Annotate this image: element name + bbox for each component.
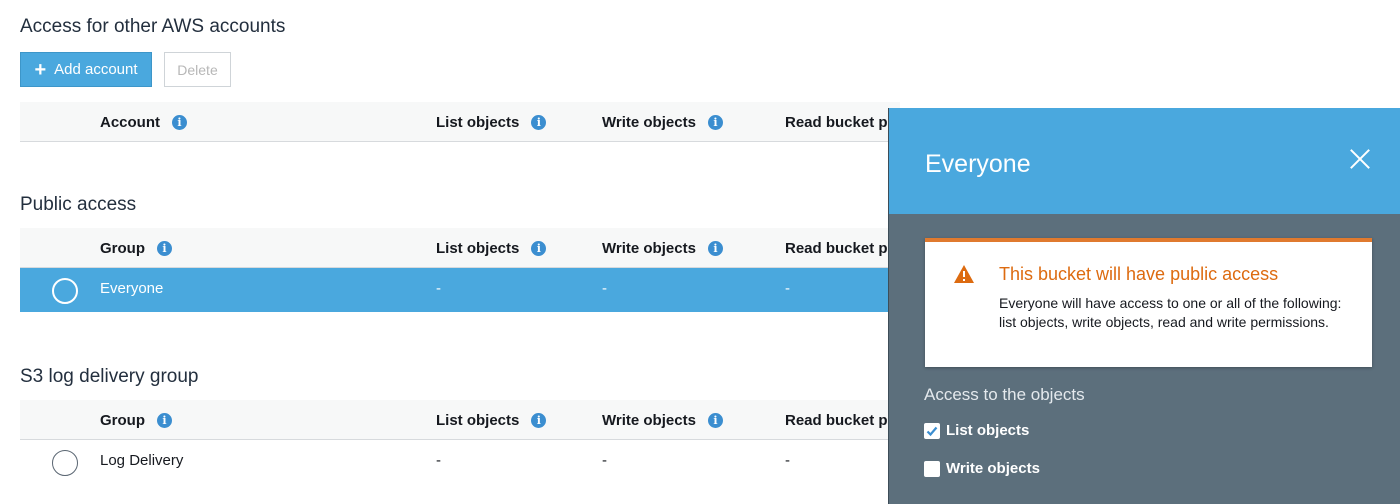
public-access-alert: This bucket will have public access Ever… (925, 238, 1372, 367)
row-radio-button[interactable] (52, 450, 78, 476)
column-group[interactable]: Group i (100, 228, 172, 268)
column-list-objects[interactable]: List objects i (436, 400, 547, 440)
panel-title: Everyone (925, 150, 1031, 178)
write-objects-checkbox[interactable] (924, 460, 940, 477)
column-write-objects[interactable]: Write objects i (602, 400, 723, 440)
delete-button[interactable]: Delete (164, 52, 231, 87)
check-icon (926, 426, 938, 436)
column-write-objects[interactable]: Write objects i (602, 102, 723, 142)
list-objects-value: - (436, 451, 441, 469)
list-objects-checkbox[interactable] (924, 422, 940, 439)
info-icon[interactable]: i (707, 240, 723, 256)
warning-icon (954, 265, 974, 283)
panel-header: Everyone (889, 108, 1400, 214)
list-objects-checkbox-row[interactable]: List objects (924, 422, 1029, 439)
table-row-everyone[interactable]: Everyone - - - (20, 268, 900, 312)
info-icon[interactable]: i (172, 114, 187, 130)
info-icon[interactable]: i (707, 114, 723, 130)
group-name: Log Delivery (100, 451, 184, 469)
column-read-bucket[interactable]: Read bucket p (785, 102, 888, 142)
info-icon[interactable]: i (531, 412, 547, 428)
accounts-table-header: Account i List objects i Write objects i… (20, 102, 900, 142)
alert-text: Everyone will have access to one or all … (999, 295, 1342, 330)
checkbox-label: Write objects (946, 460, 1040, 477)
info-icon[interactable]: i (531, 240, 547, 256)
alert-title: This bucket will have public access (999, 264, 1279, 284)
info-icon[interactable]: i (157, 240, 172, 256)
read-bucket-value: - (785, 451, 790, 469)
permissions-side-panel: Everyone This bucket will have public ac… (888, 108, 1400, 504)
write-objects-value: - (602, 451, 607, 469)
close-icon[interactable] (1345, 144, 1375, 174)
column-account[interactable]: Account i (100, 102, 187, 142)
info-icon[interactable]: i (707, 412, 723, 428)
log-table-header: Group i List objects i Write objects i R… (20, 400, 900, 440)
group-name: Everyone (100, 279, 164, 297)
plus-icon: + (34, 58, 47, 81)
column-group[interactable]: Group i (100, 400, 172, 440)
info-icon[interactable]: i (157, 412, 172, 428)
public-section-title: Public access (20, 194, 137, 215)
column-read-bucket[interactable]: Read bucket p (785, 400, 888, 440)
add-account-button[interactable]: + Add account (20, 52, 152, 87)
objects-access-heading: Access to the objects (924, 385, 1085, 404)
accounts-section-title: Access for other AWS accounts (20, 16, 286, 37)
add-account-label: Add account (54, 61, 138, 78)
column-write-objects[interactable]: Write objects i (602, 228, 723, 268)
column-list-objects[interactable]: List objects i (436, 102, 547, 142)
row-radio-button[interactable] (52, 278, 78, 304)
column-read-bucket[interactable]: Read bucket p (785, 228, 888, 268)
write-objects-checkbox-row[interactable]: Write objects (924, 460, 1040, 477)
checkbox-label: List objects (946, 422, 1030, 439)
write-objects-value: - (602, 279, 607, 297)
log-section-title: S3 log delivery group (20, 366, 199, 387)
public-table-header: Group i List objects i Write objects i R… (20, 228, 900, 268)
read-bucket-value: - (785, 279, 790, 297)
column-list-objects[interactable]: List objects i (436, 228, 547, 268)
info-icon[interactable]: i (531, 114, 547, 130)
list-objects-value: - (436, 279, 441, 297)
table-row-log-delivery[interactable]: Log Delivery - - - (20, 440, 900, 484)
